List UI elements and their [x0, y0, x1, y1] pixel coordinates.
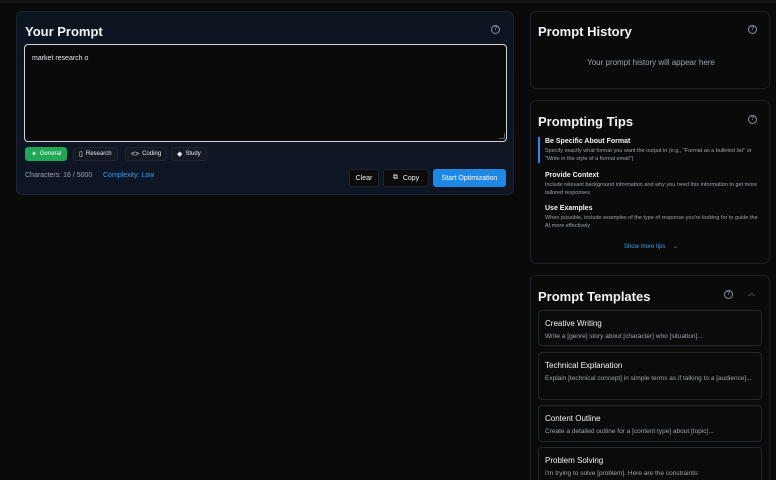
tip-title: Be Specific About Format	[545, 138, 631, 145]
tip-title: Provide Context	[545, 172, 599, 179]
template-description: Write a [genre] story about [character] …	[545, 333, 703, 340]
tip-description: Specify exactly what format you want the…	[545, 148, 752, 162]
copy-button[interactable]: ⧉ Copy	[383, 169, 429, 187]
prompt-input[interactable]: market research o	[24, 44, 507, 142]
optimize-label: Start Optimization	[441, 174, 498, 182]
category-study-button[interactable]: ◆ Study	[171, 147, 207, 161]
clear-label: Clear	[355, 174, 373, 182]
template-card[interactable]: Creative Writing Write a [genre] story a…	[538, 310, 762, 346]
prompt-title: Your Prompt	[25, 24, 103, 39]
template-card[interactable]: Problem Solving I'm trying to solve [pro…	[538, 447, 762, 480]
tip-item: Use Examples When possible, include exam…	[545, 205, 761, 230]
help-icon[interactable]: ?	[748, 115, 757, 124]
clear-button[interactable]: Clear	[349, 169, 379, 187]
tip-item: Be Specific About Format Specify exactly…	[545, 138, 761, 163]
tip-item: Provide Context Include relevant backgro…	[545, 172, 761, 197]
chevron-up-icon[interactable]: ︿	[748, 288, 755, 298]
complexity-indicator: Complexity: Low	[103, 172, 155, 179]
character-count: Characters: 16 / 5000	[25, 172, 93, 179]
category-label: General	[39, 151, 62, 157]
category-label: Research	[85, 151, 112, 157]
template-description: Explain [technical concept] in simple te…	[545, 375, 752, 382]
graduation-cap-icon: ◆	[177, 151, 183, 158]
template-card[interactable]: Technical Explanation Explain [technical…	[538, 352, 762, 400]
category-research-button[interactable]: ▯ Research	[73, 147, 118, 161]
prompt-panel: Your Prompt ? market research o ✦ Genera…	[16, 11, 514, 195]
active-tip-indicator	[538, 137, 540, 163]
history-title: Prompt History	[538, 24, 632, 39]
prompting-tips-panel: Prompting Tips ? Be Specific About Forma…	[530, 100, 770, 264]
templates-title: Prompt Templates	[538, 289, 651, 304]
category-general-button[interactable]: ✦ General	[25, 147, 68, 161]
template-title: Problem Solving	[545, 456, 604, 465]
code-icon: <>	[131, 150, 140, 158]
prompt-history-panel: Prompt History ? Your prompt history wil…	[530, 11, 770, 89]
template-description: Create a detailed outline for a [content…	[545, 428, 714, 435]
start-optimization-button[interactable]: Start Optimization	[433, 169, 506, 187]
category-label: Study	[185, 151, 201, 157]
tip-title: Use Examples	[545, 205, 593, 212]
copy-icon: ⧉	[392, 174, 398, 181]
tip-description: Include relevant background information …	[545, 182, 758, 196]
tips-title: Prompting Tips	[538, 114, 634, 129]
top-divider	[0, 0, 776, 3]
category-coding-button[interactable]: <> Coding	[125, 147, 168, 161]
category-label: Coding	[142, 151, 162, 157]
lightbulb-icon: ✦	[31, 151, 37, 158]
template-title: Creative Writing	[545, 319, 602, 328]
prompt-templates-panel: Prompt Templates ? ︿ Creative Writing Wr…	[530, 275, 770, 480]
show-more-tips-link[interactable]: Show more tips ⌄	[531, 243, 771, 250]
template-card[interactable]: Content Outline Create a detailed outlin…	[538, 405, 762, 442]
help-icon[interactable]: ?	[748, 25, 757, 34]
tip-description: When possible, include examples of the t…	[545, 215, 758, 229]
template-title: Technical Explanation	[545, 361, 623, 370]
chevron-down-icon: ⌄	[673, 244, 679, 250]
template-title: Content Outline	[545, 414, 601, 423]
resize-handle[interactable]	[499, 133, 505, 139]
book-icon: ▯	[79, 151, 83, 158]
help-icon[interactable]: ?	[491, 25, 500, 34]
help-icon[interactable]: ?	[724, 290, 733, 299]
template-description: I'm trying to solve [problem]. Here are …	[545, 470, 700, 477]
history-empty-message: Your prompt history will appear here	[587, 58, 715, 67]
copy-label: Copy	[402, 174, 420, 182]
show-more-label: Show more tips	[623, 244, 666, 250]
